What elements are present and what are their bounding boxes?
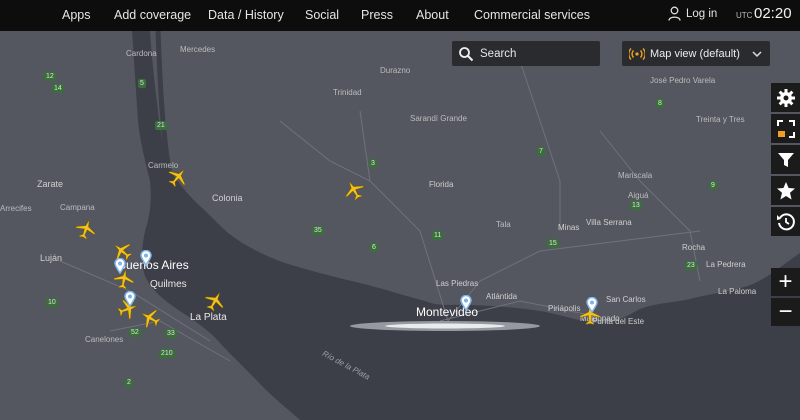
city-label: Durazno xyxy=(380,66,411,75)
road-shield: 9 xyxy=(709,181,717,190)
nav-data-history[interactable]: Data / History xyxy=(208,8,284,22)
map-view-dropdown[interactable]: Map view (default) xyxy=(622,41,770,66)
fullscreen-icon xyxy=(776,119,795,138)
airport-pin-icon[interactable] xyxy=(124,291,136,307)
city-label: Las Piedras xyxy=(436,279,479,288)
history-icon xyxy=(776,212,795,230)
city-label: La Paloma xyxy=(718,287,757,296)
search-icon xyxy=(459,46,474,61)
road-shield: 10 xyxy=(46,298,58,307)
map-view-label: Map view (default) xyxy=(650,47,740,60)
search-label: Search xyxy=(480,47,517,60)
filter-icon xyxy=(777,152,794,167)
fullscreen-button[interactable] xyxy=(771,114,800,143)
city-label: La Plata xyxy=(190,312,227,323)
nav-apps[interactable]: Apps xyxy=(62,8,91,22)
city-label: Trinidad xyxy=(333,88,362,97)
city-label: Mercedes xyxy=(180,45,216,54)
city-label: Atlántida xyxy=(486,292,518,301)
city-label: Aiguá xyxy=(628,191,649,200)
road-shield: 210 xyxy=(159,349,175,358)
road-shield: 15 xyxy=(547,239,559,248)
city-label: Colonia xyxy=(212,193,243,203)
filter-button[interactable] xyxy=(771,145,800,174)
city-label: Campana xyxy=(60,203,95,212)
favorites-button[interactable] xyxy=(771,176,800,205)
road-shield: 2 xyxy=(125,378,133,387)
user-icon xyxy=(668,6,681,21)
settings-button[interactable] xyxy=(771,83,800,112)
zoom-in-button[interactable]: + xyxy=(771,268,800,296)
city-label: Canelones xyxy=(85,335,124,344)
airport-pin-icon[interactable] xyxy=(114,258,126,274)
search-box[interactable]: Search xyxy=(452,41,600,66)
zoom-out-button[interactable]: − xyxy=(771,298,800,326)
timezone-label: UTC xyxy=(736,11,753,20)
road-shield: 52 xyxy=(129,328,141,337)
airport-pin-icon[interactable] xyxy=(140,250,152,266)
road-shield: 8 xyxy=(656,99,664,108)
airport-pin-icon[interactable] xyxy=(586,297,598,313)
airport-pin-icon[interactable] xyxy=(460,295,472,311)
star-icon xyxy=(776,181,795,199)
city-label: San Carlos xyxy=(606,295,646,304)
city-label: Florida xyxy=(429,180,454,189)
city-label: José Pedro Varela xyxy=(650,76,716,85)
city-label: Cardona xyxy=(126,49,157,58)
city-label: Piriápolis xyxy=(548,304,581,313)
city-label: Zarate xyxy=(37,179,64,189)
city-label: Tala xyxy=(496,220,511,229)
flight-trail-core xyxy=(385,323,505,329)
clock: 02:20 xyxy=(754,5,792,22)
top-navigation-bar: Apps Add coverage Data / History Social … xyxy=(0,0,800,31)
city-label: La Pedrera xyxy=(706,260,746,269)
road-shield: 13 xyxy=(630,201,642,210)
nav-social[interactable]: Social xyxy=(305,8,339,22)
city-label: Sarandí Grande xyxy=(410,114,467,123)
chevron-down-icon xyxy=(752,51,762,58)
city-label: Mariscala xyxy=(618,171,653,180)
city-label: Villa Serrana xyxy=(586,218,632,227)
map-canvas[interactable] xyxy=(0,31,800,420)
city-label: Rocha xyxy=(682,243,706,252)
road-shield: 33 xyxy=(165,329,177,338)
playback-button[interactable] xyxy=(771,207,800,236)
road-shield: 23 xyxy=(685,261,697,270)
road-shield: 5 xyxy=(138,79,146,88)
login-button[interactable]: Log in xyxy=(668,6,717,21)
city-label: Quilmes xyxy=(150,279,187,290)
road-shield: 12 xyxy=(44,72,56,81)
road-shield: 14 xyxy=(52,84,64,93)
road-shield: 35 xyxy=(312,226,324,235)
city-label: Luján xyxy=(40,253,63,263)
nav-add-coverage[interactable]: Add coverage xyxy=(114,8,191,22)
nav-about[interactable]: About xyxy=(416,8,449,22)
city-label: Minas xyxy=(558,223,580,232)
road-shield: 7 xyxy=(537,147,545,156)
road-shield: 6 xyxy=(370,243,378,252)
city-label: Treinta y Tres xyxy=(696,115,745,124)
city-label: Arrecifes xyxy=(0,204,32,213)
radar-icon xyxy=(629,47,645,60)
road-shield: 11 xyxy=(432,231,444,240)
road-shield: 21 xyxy=(155,121,167,130)
flight-map[interactable]: Buenos Aires Montevideo Quilmes La Plata Luj… xyxy=(0,31,800,420)
road-shield: 3 xyxy=(369,159,377,168)
login-label: Log in xyxy=(686,7,718,20)
nav-commercial-services[interactable]: Commercial services xyxy=(474,8,590,22)
lock-icon xyxy=(777,130,785,137)
nav-press[interactable]: Press xyxy=(361,8,393,22)
gear-icon xyxy=(776,88,795,107)
